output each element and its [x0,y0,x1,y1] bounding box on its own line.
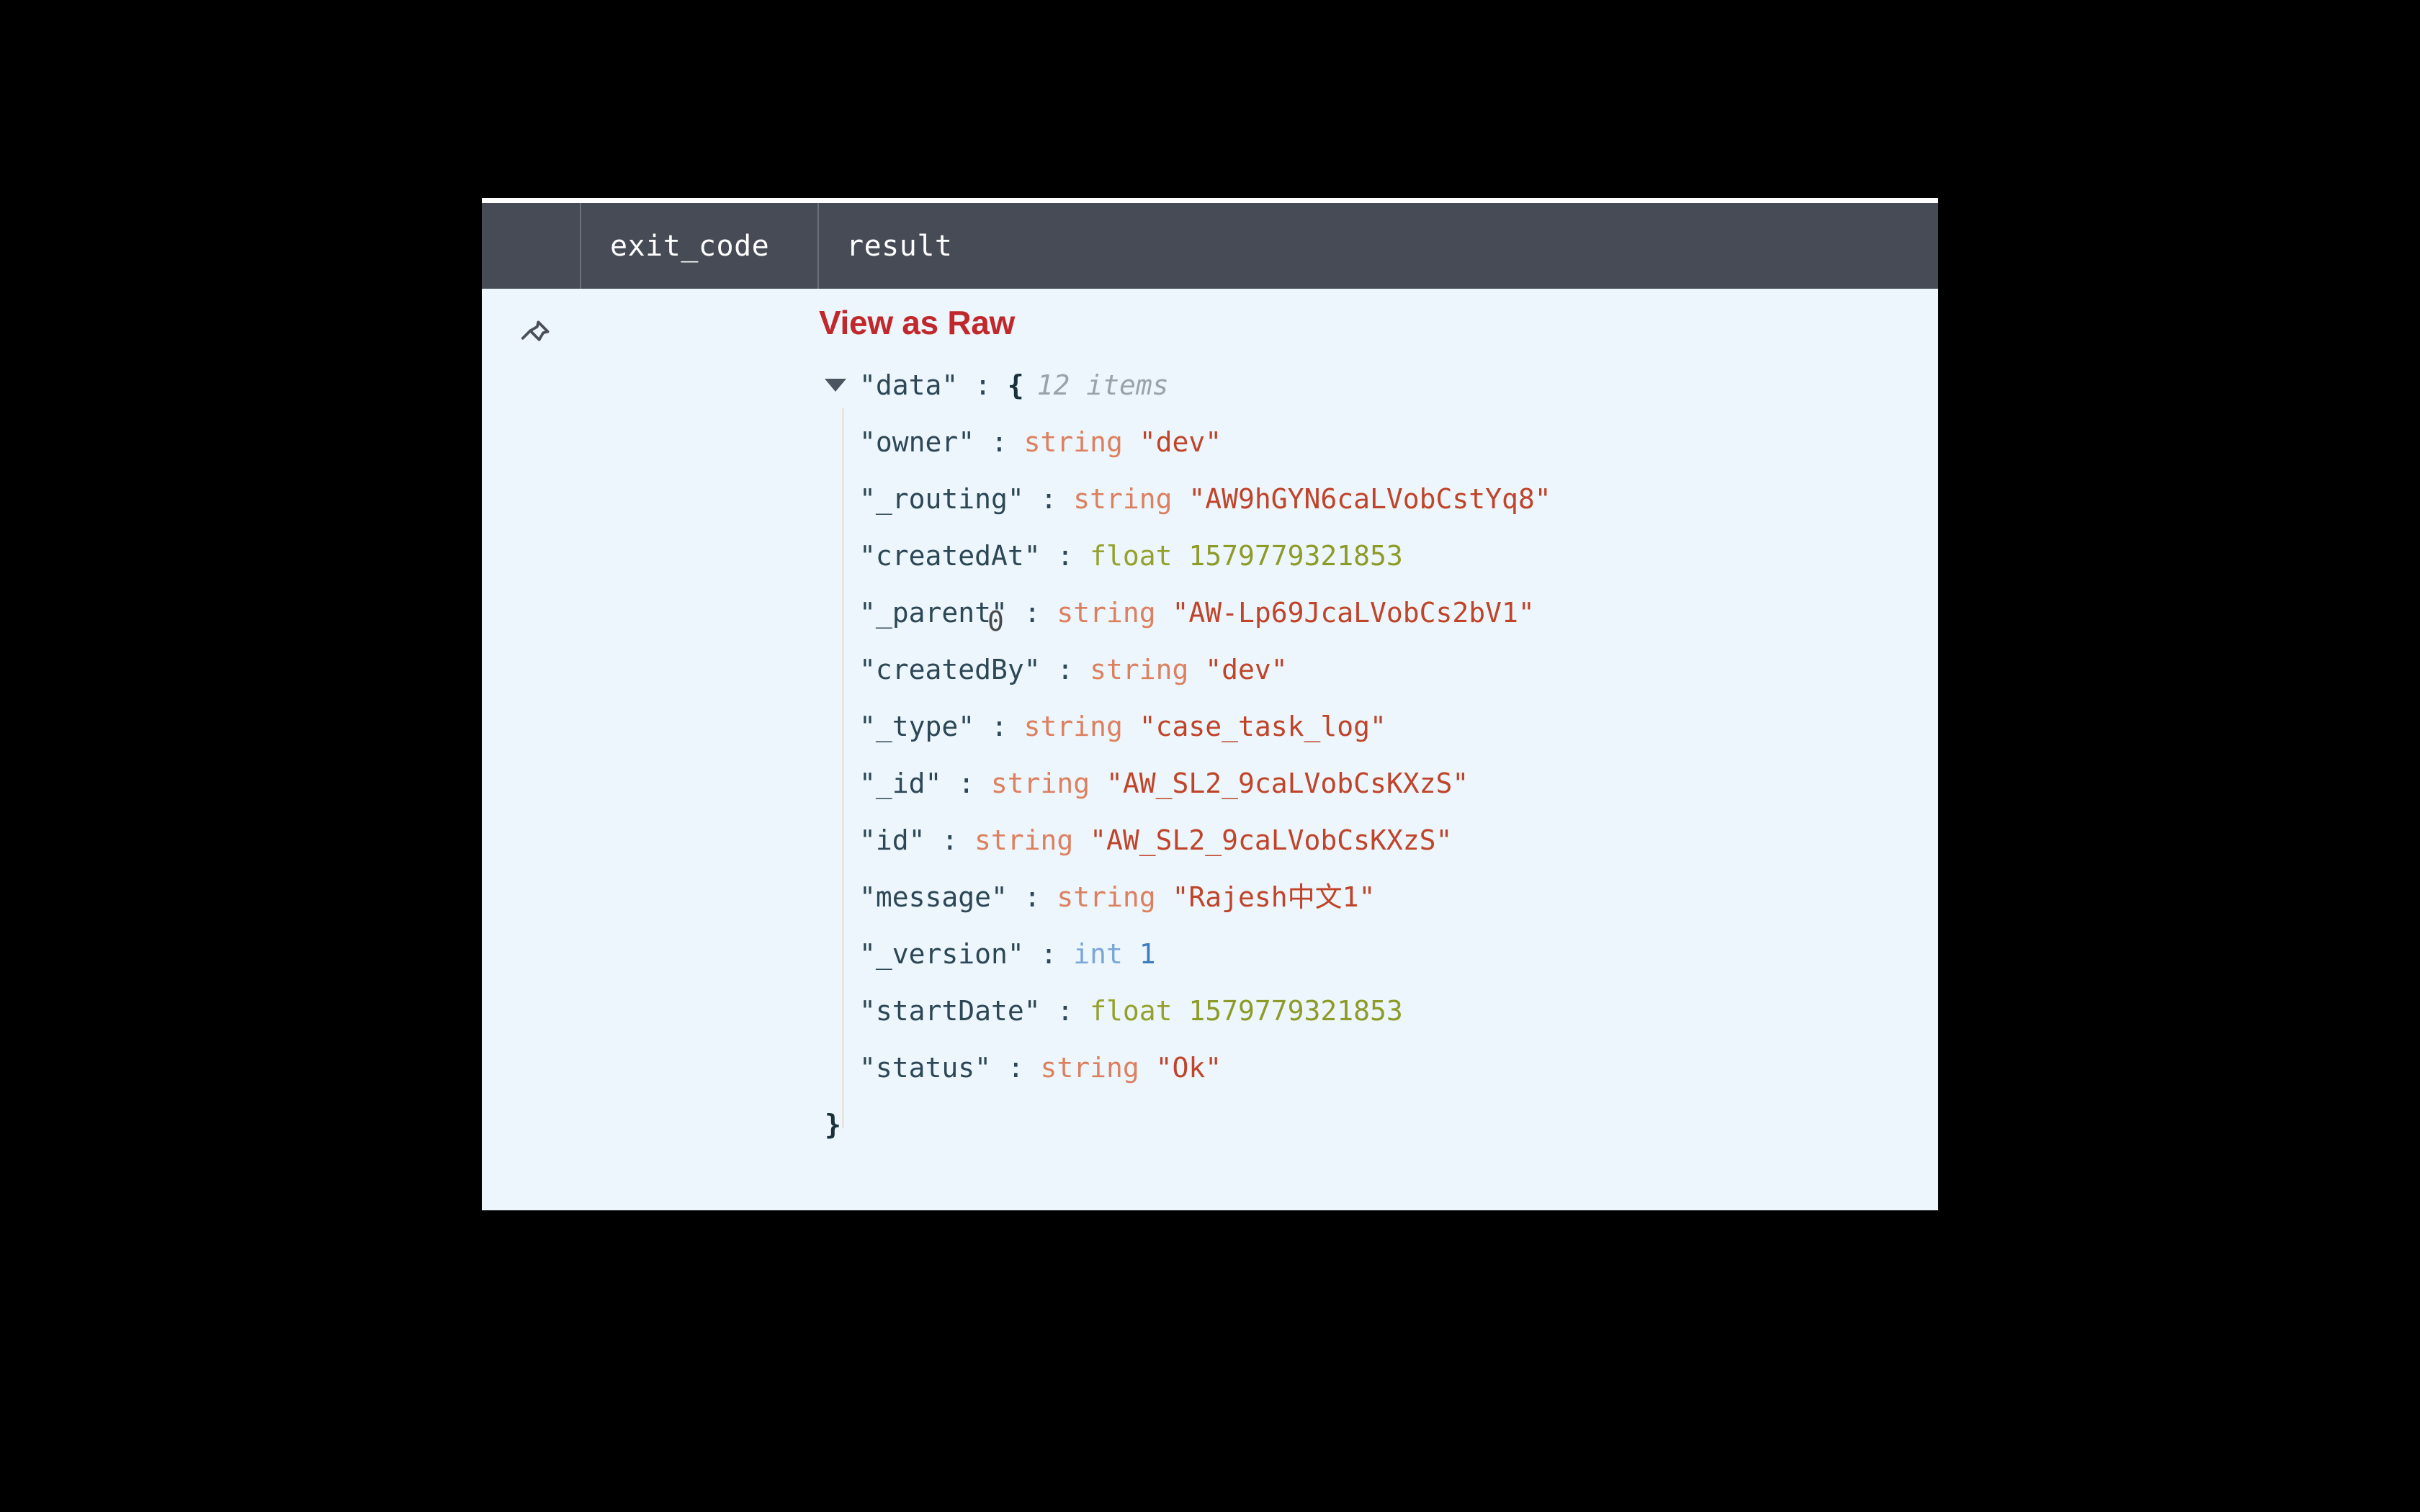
json-root-brace-close-row: } [819,1097,1938,1153]
json-key: "_version" [859,938,1024,970]
json-colon: : [1057,995,1074,1027]
json-colon: : [1007,1052,1024,1084]
json-colon: : [990,426,1008,458]
json-root-brace-open: { [1007,369,1024,401]
json-type-label: string [1057,597,1156,629]
json-colon: : [941,824,959,856]
json-row[interactable]: "message": string "Rajesh中文1" [859,869,1938,926]
json-row[interactable]: "_routing": string "AW9hGYN6caLVobCstYq8" [859,471,1938,528]
json-colon: : [990,711,1008,742]
json-type-label: string [974,824,1074,856]
json-value: 1 [1139,938,1156,970]
json-value: "AW-Lp69JcaLVobCs2bV1" [1172,597,1535,629]
json-key: "_routing" [859,483,1024,515]
column-header-result[interactable]: result [819,203,1938,289]
json-colon: : [1057,540,1074,572]
column-header-exit-code[interactable]: exit_code [581,203,817,289]
json-row[interactable]: "_version": int 1 [859,926,1938,983]
json-key: "startDate" [859,995,1041,1027]
json-key: "owner" [859,426,975,458]
json-value: "Ok" [1155,1052,1222,1084]
json-children: "owner": string "dev" "_routing": string "AW… [819,408,1938,1128]
json-key: "createdBy" [859,654,1041,685]
chevron-down-icon[interactable] [825,379,846,392]
json-value: "Rajesh中文1" [1172,881,1376,913]
json-type-label: float [1090,995,1173,1027]
json-type-label: string [1073,483,1173,515]
result-panel: exit_code result 0 View as Raw "data": … [482,198,1938,1210]
json-root-row[interactable]: "data": {12 items [819,357,1938,414]
json-value: "AW_SL2_9caLVobCsKXzS" [1090,824,1453,856]
json-type-label: float [1090,540,1173,572]
results-table-header: exit_code result [482,203,1938,289]
json-value: "AW_SL2_9caLVobCsKXzS" [1106,768,1469,799]
json-type-label: string [1023,711,1123,742]
json-row[interactable]: "startDate": float 1579779321853 [859,983,1938,1040]
json-root-colon: : [974,369,991,401]
json-colon: : [1023,597,1041,629]
json-type-label: string [1090,654,1189,685]
indent-guide-line [842,408,844,1128]
json-colon: : [1057,654,1074,685]
json-value: 1579779321853 [1188,995,1403,1027]
json-value: "case_task_log" [1139,711,1386,742]
exit-code-cell [580,289,817,1210]
json-type-label: int [1073,938,1123,970]
json-value: 1579779321853 [1188,540,1403,572]
json-key: "_parent" [859,597,1008,629]
json-root-brace-close: } [825,1109,841,1140]
json-row[interactable]: "id": string "AW_SL2_9caLVobCsKXzS" [859,812,1938,869]
json-row[interactable]: "_type": string "case_task_log" [859,698,1938,755]
json-key: "status" [859,1052,992,1084]
json-row[interactable]: "_parent": string "AW-Lp69JcaLVobCs2bV1" [859,585,1938,642]
json-colon: : [1040,483,1057,515]
json-type-label: string [1040,1052,1139,1084]
json-type-label: string [990,768,1090,799]
pin-cell [482,289,580,1210]
json-value: "dev" [1205,654,1288,685]
json-row[interactable]: "status": string "Ok" [859,1040,1938,1097]
pin-icon[interactable] [518,318,552,352]
results-table-row: 0 View as Raw "data":{12 items "owner": s… [482,289,1938,1210]
json-row[interactable]: "owner": string "dev" [859,414,1938,471]
view-as-raw-link[interactable]: View as Raw [819,306,1015,339]
json-key: "message" [859,881,1008,913]
json-key: "_id" [859,768,942,799]
result-cell: View as Raw "data":{12 items "owner": str… [819,289,1938,1210]
json-row[interactable]: "createdAt": float 1579779321853 [859,528,1938,585]
json-value: "dev" [1139,426,1222,458]
json-root-item-count: 12 items [1036,369,1169,401]
json-row[interactable]: "createdBy": string "dev" [859,642,1938,698]
header-pin-column [482,203,580,289]
json-root-key: "data" [859,369,959,401]
json-value: "AW9hGYN6caLVobCstYq8" [1188,483,1551,515]
json-type-label: string [1057,881,1156,913]
json-type-label: string [1023,426,1123,458]
json-viewer: "data":{12 items "owner": string "dev" "_r… [819,357,1938,1153]
json-colon: : [1040,938,1057,970]
json-key: "createdAt" [859,540,1041,572]
json-key: "id" [859,824,926,856]
screen-background: exit_code result 0 View as Raw "data": … [0,0,2420,1512]
json-key: "_type" [859,711,975,742]
json-row[interactable]: "_id": string "AW_SL2_9caLVobCsKXzS" [859,755,1938,812]
json-colon: : [1023,881,1041,913]
json-colon: : [958,768,975,799]
